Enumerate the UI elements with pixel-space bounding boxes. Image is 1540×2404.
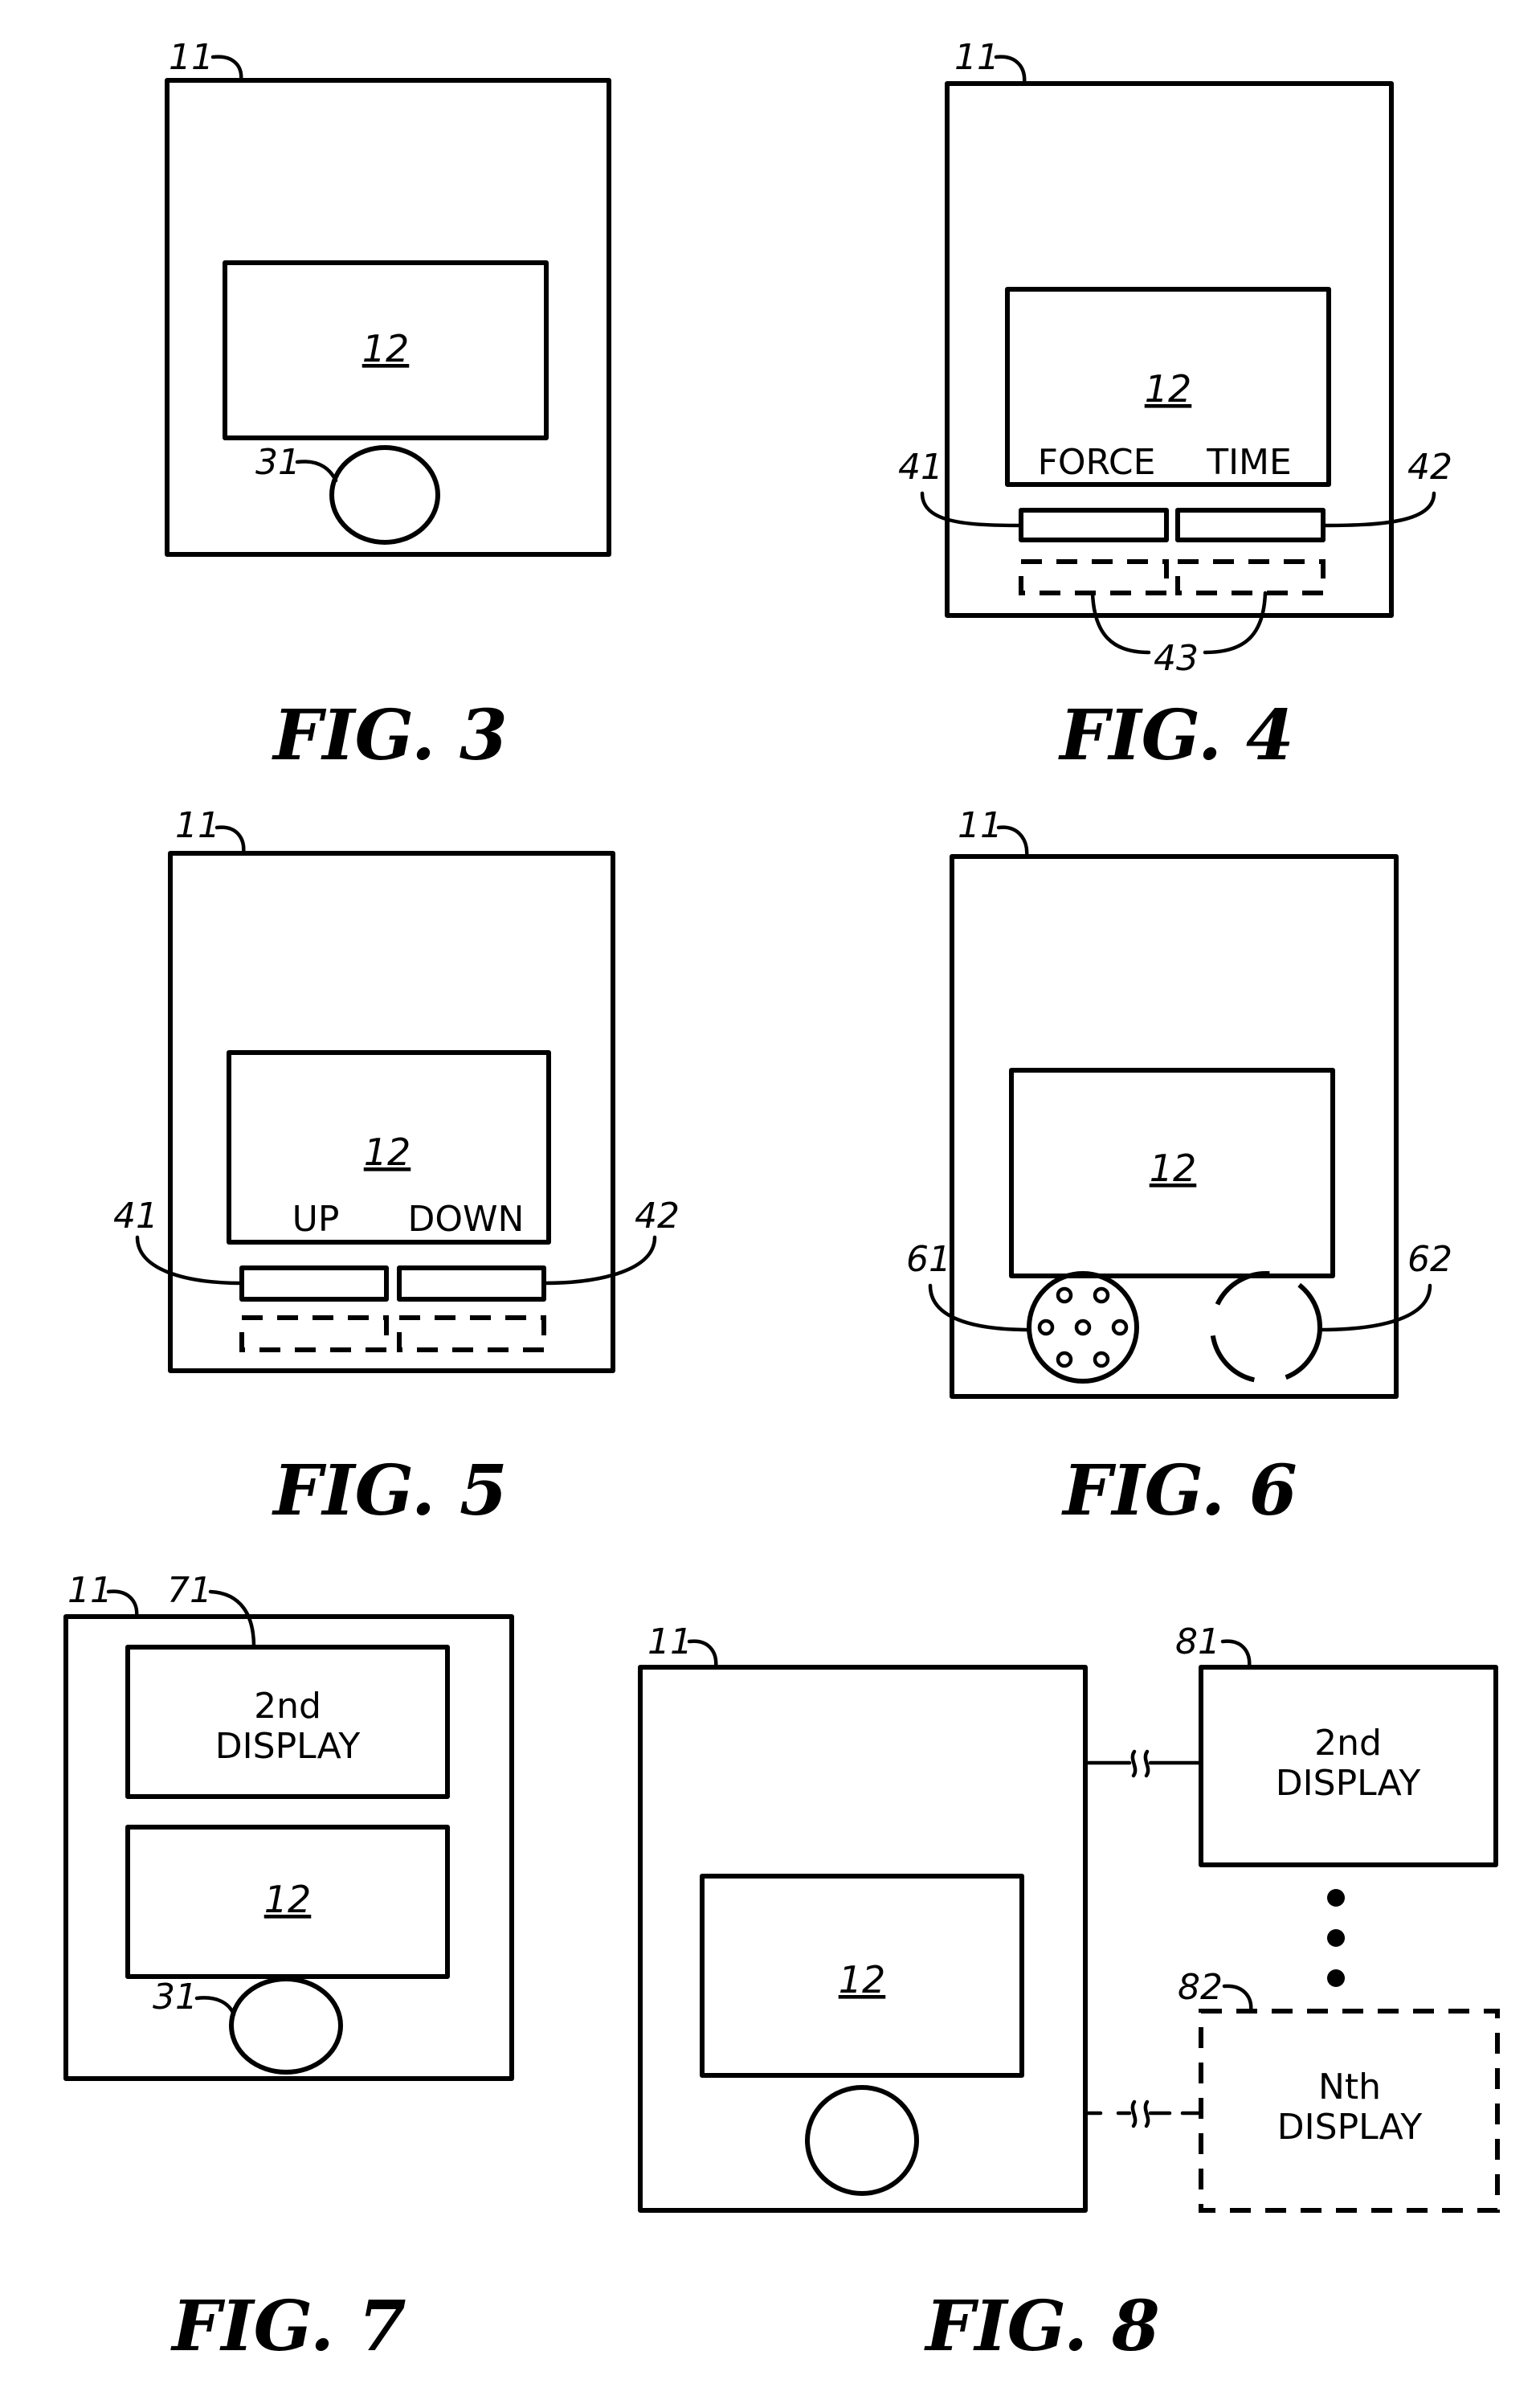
ref-label-device: 11 bbox=[954, 37, 999, 78]
second-display-label-line1: 2nd bbox=[254, 1686, 321, 1727]
speaker-hole bbox=[1056, 1286, 1073, 1304]
display-ref-label: 12 bbox=[362, 327, 410, 370]
leader-line-device bbox=[210, 55, 243, 83]
leader-line-button bbox=[295, 460, 338, 483]
speaker-hole bbox=[1111, 1319, 1129, 1336]
softkey-button-left bbox=[1019, 508, 1169, 542]
leader-line-device bbox=[996, 825, 1029, 859]
device-housing bbox=[950, 854, 1399, 1399]
display-ref-label: 12 bbox=[1150, 1147, 1197, 1190]
leader-line-button bbox=[194, 1996, 236, 2017]
ref-label-device: 11 bbox=[67, 1570, 112, 1611]
patent-drawing-sheet: 11 12 31 FIG. 3 11 12 FORCE TIME 41 42 4… bbox=[63, 37, 1500, 2367]
softkey-label-down: DOWN bbox=[408, 1199, 525, 1240]
leader-line-device bbox=[106, 1589, 139, 1619]
break-mark bbox=[1130, 2099, 1138, 2128]
figure-caption: FIG. 5 bbox=[271, 1450, 507, 1531]
ref-label-speaker: 61 bbox=[906, 1239, 951, 1280]
nth-display-label-line1: Nth bbox=[1318, 2067, 1381, 2108]
connection-optional bbox=[1083, 2099, 1203, 2128]
second-display-label-line2: DISPLAY bbox=[215, 1726, 361, 1767]
figure-caption: FIG. 7 bbox=[170, 2286, 406, 2367]
leader-line-device bbox=[687, 1639, 718, 1670]
nth-display-label-line2: DISPLAY bbox=[1277, 2107, 1423, 2148]
ref-label-left-button: 41 bbox=[898, 447, 943, 488]
display-ref-label: 12 bbox=[839, 1958, 886, 2001]
display-ref-label: 12 bbox=[364, 1130, 411, 1174]
figure-8: 11 12 81 2nd DISPLAY 82 Nth DISPLAY FIG.… bbox=[638, 1621, 1500, 2367]
figure-5: 11 12 UP DOWN 41 42 FIG. 5 bbox=[113, 805, 680, 1531]
softkey-label-up: UP bbox=[292, 1199, 340, 1240]
softkey-label-force: FORCE bbox=[1038, 442, 1156, 483]
ref-label-left-button: 41 bbox=[113, 1196, 158, 1237]
optional-element-dashed bbox=[1210, 1271, 1322, 1384]
second-display-label-line1: 2nd bbox=[1314, 1723, 1382, 1764]
softkey-button-right bbox=[1175, 508, 1326, 542]
speaker-hole bbox=[1093, 1286, 1110, 1304]
ref-label-second-display: 81 bbox=[1175, 1621, 1220, 1662]
speaker-hole bbox=[1093, 1351, 1110, 1368]
optional-button-right bbox=[397, 1315, 546, 1352]
softkey-label-time: TIME bbox=[1206, 442, 1292, 483]
break-mark bbox=[1143, 1749, 1150, 1778]
ref-label-optional-buttons: 43 bbox=[1154, 638, 1199, 679]
leader-line-speaker bbox=[928, 1283, 1031, 1332]
figure-caption: FIG. 6 bbox=[1060, 1450, 1297, 1531]
control-button bbox=[229, 1977, 343, 2075]
leader-line-optional-left bbox=[1090, 591, 1151, 655]
figure-caption: FIG. 3 bbox=[271, 695, 507, 776]
ref-label-optional: 62 bbox=[1407, 1239, 1452, 1280]
leader-line-second-display bbox=[1220, 1639, 1252, 1670]
figure-caption: FIG. 4 bbox=[1057, 695, 1293, 776]
ellipsis-dot bbox=[1327, 1929, 1345, 1947]
display-ref-label: 12 bbox=[264, 1878, 312, 1921]
ref-label-device: 11 bbox=[647, 1621, 692, 1662]
ref-label-nth-display: 82 bbox=[1178, 1967, 1223, 2008]
leader-line-right-button bbox=[1321, 491, 1436, 528]
figure-caption: FIG. 8 bbox=[923, 2286, 1159, 2367]
leader-line-nth-display bbox=[1222, 1984, 1253, 2014]
softkey-button-right bbox=[397, 1265, 546, 1302]
ref-label-second-display: 71 bbox=[167, 1570, 212, 1611]
ref-label-device: 11 bbox=[958, 805, 1003, 846]
optional-button-left bbox=[239, 1315, 389, 1352]
break-mark bbox=[1143, 2099, 1150, 2128]
leader-line-second-display bbox=[208, 1589, 256, 1650]
speaker-hole bbox=[1037, 1319, 1055, 1336]
ref-label-button: 31 bbox=[255, 442, 300, 483]
optional-button-right bbox=[1175, 559, 1326, 595]
speaker bbox=[1027, 1271, 1139, 1384]
leader-line-optional-right bbox=[1203, 591, 1268, 655]
leader-line-optional bbox=[1317, 1283, 1432, 1332]
break-mark bbox=[1130, 1749, 1138, 1778]
device-housing bbox=[165, 78, 611, 557]
figure-4: 11 12 FORCE TIME 41 42 43 FIG. 4 bbox=[898, 37, 1452, 776]
ref-label-device: 11 bbox=[169, 37, 214, 78]
speaker-hole bbox=[1074, 1319, 1092, 1336]
optional-button-left bbox=[1019, 559, 1169, 595]
display-ref-label: 12 bbox=[1145, 367, 1192, 411]
leader-line-right-button bbox=[541, 1235, 657, 1286]
leader-line-left-button bbox=[135, 1235, 244, 1286]
ref-label-right-button: 42 bbox=[635, 1196, 680, 1237]
ellipsis-dot bbox=[1327, 1889, 1345, 1907]
ref-label-button: 31 bbox=[153, 1977, 198, 2018]
connection-wired bbox=[1083, 1749, 1203, 1778]
control-button bbox=[329, 445, 440, 545]
control-button bbox=[805, 2085, 919, 2196]
leader-line-device bbox=[214, 825, 246, 856]
ellipsis-dot bbox=[1327, 1969, 1345, 1987]
ref-label-device: 11 bbox=[175, 805, 220, 846]
figure-3: 11 12 31 FIG. 3 bbox=[165, 37, 611, 776]
ref-label-right-button: 42 bbox=[1407, 447, 1452, 488]
device-housing bbox=[638, 1665, 1088, 2213]
speaker-grille bbox=[1027, 1271, 1139, 1384]
speaker-hole bbox=[1056, 1351, 1073, 1368]
leader-line-device bbox=[994, 55, 1027, 86]
figure-7: 11 71 2nd DISPLAY 12 31 FIG. 7 bbox=[63, 1570, 514, 2367]
second-display-label-line2: DISPLAY bbox=[1276, 1763, 1421, 1804]
figure-6: 11 12 61 62 FIG. 6 bbox=[906, 805, 1452, 1531]
leader-line-left-button bbox=[920, 491, 1023, 528]
softkey-button-left bbox=[239, 1265, 389, 1302]
